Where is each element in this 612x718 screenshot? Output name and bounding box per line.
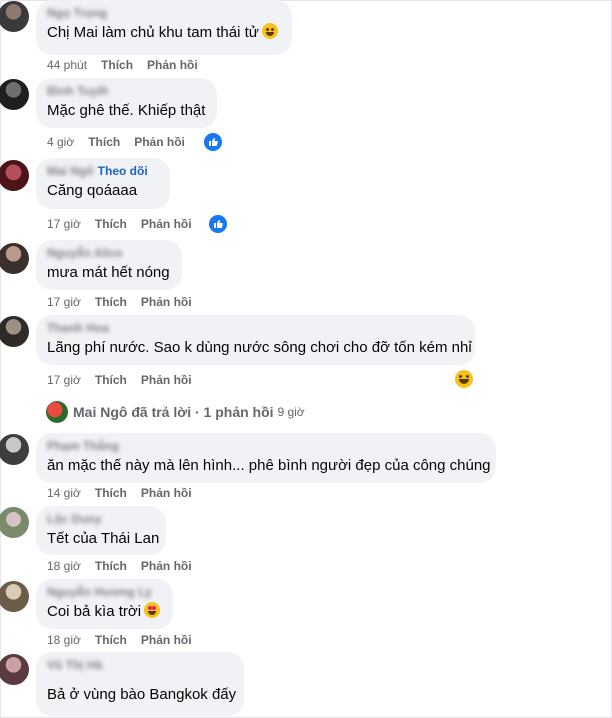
- comment-meta: 17 giờ Thích Phản hồi: [47, 295, 206, 309]
- reply-action: đã trả lời: [131, 404, 192, 420]
- reply-button[interactable]: Phản hồi: [141, 633, 192, 647]
- comment-bubble: Ngọ Trọng Chị Mai làm chủ khu tam thái t…: [36, 0, 292, 55]
- comment-meta: 18 giờ Thích Phản hồi: [47, 559, 206, 573]
- comment-author[interactable]: Vũ Thị Hà: [47, 658, 232, 672]
- view-replies-link[interactable]: Mai Ngô đã trả lời · 1 phản hồi 9 giờ: [46, 401, 305, 423]
- reply-avatar: [46, 401, 68, 423]
- follow-button[interactable]: Theo dõi: [98, 164, 148, 178]
- comment-author[interactable]: Bình Tuyết: [47, 84, 205, 98]
- comment-text: Lãng phí nước. Sao k dùng nước sông chơi…: [47, 339, 472, 356]
- reply-button[interactable]: Phản hồi: [141, 486, 192, 500]
- reply-button[interactable]: Phản hồi: [141, 217, 192, 231]
- comment-bubble: Bình Tuyết Mặc ghê thế. Khiếp thật: [36, 78, 217, 128]
- comment-meta: 44 phút Thích Phản hồi: [47, 58, 212, 72]
- comment-bubble: Lộc Duny Tết của Thái Lan: [36, 506, 166, 555]
- comment-bubble: Vũ Thị Hà Bả ở vùng bào Bangkok đấy: [36, 652, 244, 716]
- like-button[interactable]: Thích: [95, 373, 127, 387]
- like-button[interactable]: Thích: [95, 633, 127, 647]
- like-button[interactable]: Thích: [95, 295, 127, 309]
- comment-author[interactable]: Mai Ngô: [47, 164, 94, 178]
- like-button[interactable]: Thích: [101, 58, 133, 72]
- comment-meta: 17 giờ Thích Phản hồi: [47, 217, 206, 231]
- laugh-emoji-icon: [261, 23, 278, 39]
- like-button[interactable]: Thích: [95, 486, 127, 500]
- reply-button[interactable]: Phản hồi: [147, 58, 198, 72]
- comment-time[interactable]: 18 giờ: [47, 633, 81, 647]
- reply-count: 1 phản hồi: [203, 404, 274, 420]
- comment-text: Bả ở vùng bào Bangkok đấy: [47, 686, 237, 703]
- comment-text: Chị Mai làm chủ khu tam thái tử: [47, 23, 280, 43]
- comment-meta: 4 giờ Thích Phản hồi: [47, 135, 199, 149]
- comment-bubble: Mai Ngô Theo dõi Căng qoáaaa: [36, 158, 170, 209]
- reply-button[interactable]: Phản hồi: [141, 373, 192, 387]
- like-button[interactable]: Thích: [95, 559, 127, 573]
- comment-author[interactable]: Nguyễn Alice: [47, 246, 170, 260]
- comment-time[interactable]: 14 giờ: [47, 486, 81, 500]
- comment-meta: 14 giờ Thích Phản hồi: [47, 486, 206, 500]
- like-button[interactable]: Thích: [88, 135, 120, 149]
- reply-time: 9 giờ: [277, 405, 305, 419]
- laugh-emoji-icon[interactable]: [455, 370, 473, 388]
- comment-time[interactable]: 17 giờ: [47, 295, 81, 309]
- comment-text: Tết của Thái Lan: [47, 530, 160, 547]
- reply-button[interactable]: Phản hồi: [141, 559, 192, 573]
- comment-meta: 18 giờ Thích Phản hồi: [47, 633, 206, 647]
- comment-bubble: Phạm Thắng ăn mặc thế này mà lên hình...…: [36, 433, 496, 483]
- like-icon[interactable]: [207, 213, 229, 235]
- comment-bubble: Thanh Hoa Lãng phí nước. Sao k dùng nước…: [36, 315, 475, 365]
- comment-time[interactable]: 17 giờ: [47, 217, 81, 231]
- comment-author[interactable]: Lộc Duny: [47, 512, 154, 526]
- comment-time[interactable]: 18 giờ: [47, 559, 81, 573]
- comment-time[interactable]: 44 phút: [47, 58, 87, 72]
- comment-author[interactable]: Thanh Hoa: [47, 321, 463, 335]
- comment-author[interactable]: Nguyễn Hương Ly: [47, 585, 161, 599]
- reply-author: Mai Ngô: [73, 404, 128, 420]
- comment-text: Coi bả kìa trời: [47, 602, 161, 622]
- comment-author[interactable]: Phạm Thắng: [47, 439, 484, 453]
- like-icon[interactable]: [202, 131, 224, 153]
- reply-button[interactable]: Phản hồi: [134, 135, 185, 149]
- comment-text: Căng qoáaaa: [47, 182, 138, 199]
- comment-time[interactable]: 4 giờ: [47, 135, 74, 149]
- heart-eyes-emoji-icon: [144, 602, 161, 618]
- comment-bubble: Nguyễn Hương Ly Coi bả kìa trời: [36, 579, 173, 629]
- comment-bubble: Nguyễn Alice mưa mát hết nóng: [36, 240, 182, 290]
- comment-author[interactable]: Ngọ Trọng: [47, 6, 280, 20]
- comment-text: ăn mặc thế này mà lên hình... phê bình n…: [47, 457, 491, 474]
- comment-text: Mặc ghê thế. Khiếp thật: [47, 102, 206, 119]
- comment-meta: 17 giờ Thích Phản hồi: [47, 373, 206, 387]
- comment-time[interactable]: 17 giờ: [47, 373, 81, 387]
- reply-button[interactable]: Phản hồi: [141, 295, 192, 309]
- like-button[interactable]: Thích: [95, 217, 127, 231]
- reply-separator: ·: [194, 404, 200, 420]
- comment-text: mưa mát hết nóng: [47, 264, 170, 281]
